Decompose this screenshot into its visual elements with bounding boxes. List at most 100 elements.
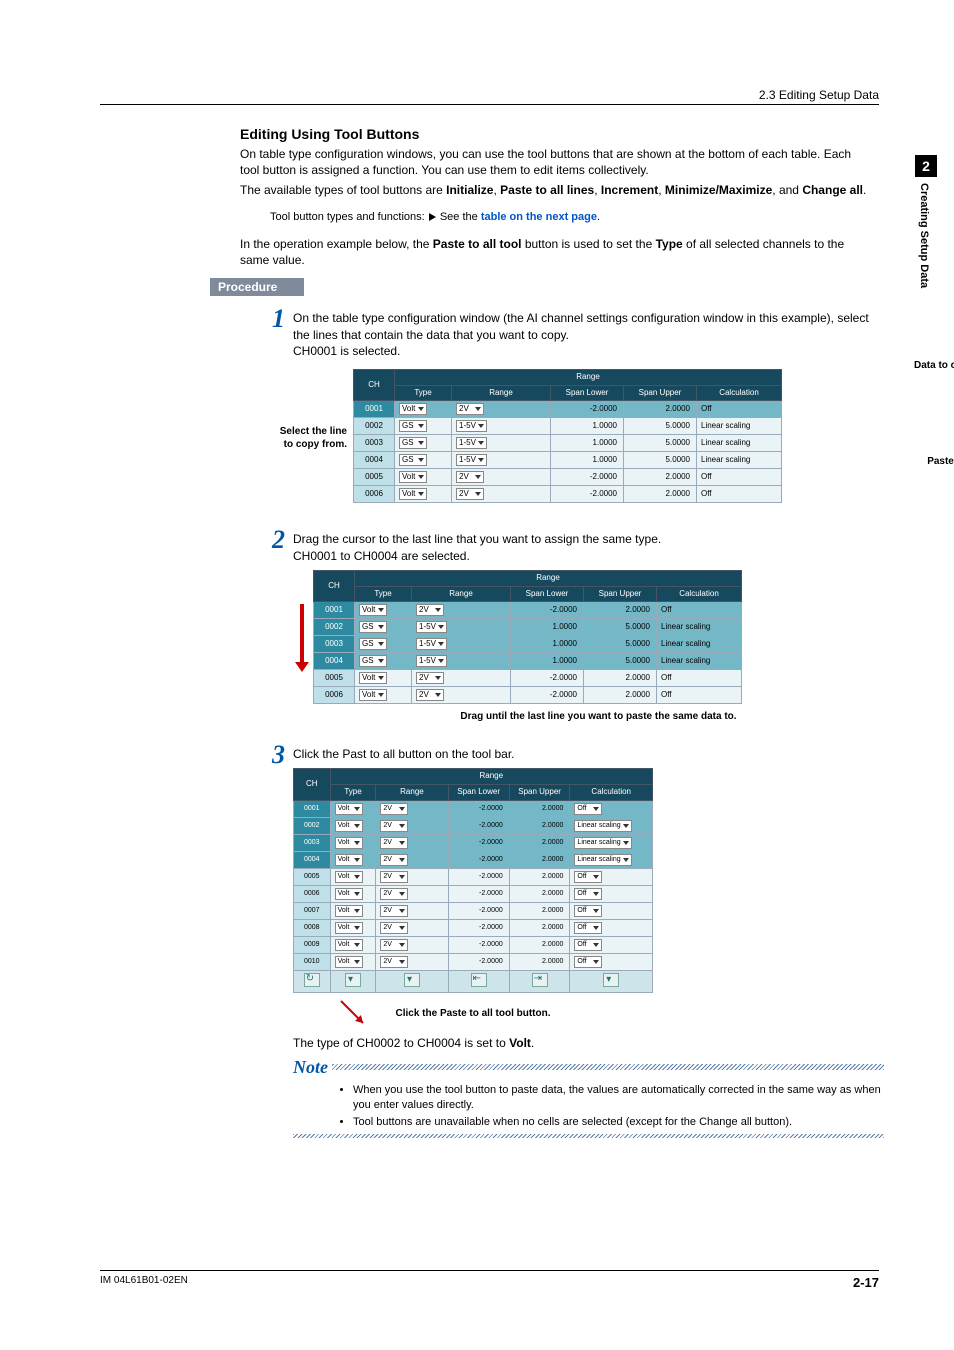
- dropdown-cell[interactable]: Volt: [359, 672, 387, 684]
- result-text: The type of CH0002 to CH0004 is set to V…: [293, 1035, 884, 1051]
- dropdown-cell[interactable]: Volt: [335, 820, 363, 832]
- dropdown-cell[interactable]: 2V: [380, 888, 408, 900]
- dropdown-cell[interactable]: Off: [574, 905, 602, 917]
- dropdown-cell[interactable]: Volt: [335, 956, 363, 968]
- table-row[interactable]: 0006Volt2V-2.00002.0000Off: [354, 486, 782, 503]
- dropdown-cell[interactable]: 1-5V: [456, 454, 487, 466]
- dropdown-cell[interactable]: 2V: [380, 803, 408, 815]
- dropdown-cell[interactable]: GS: [399, 420, 427, 432]
- table-row[interactable]: 0006Volt2V-2.00002.0000Off: [294, 885, 653, 902]
- dropdown-cell[interactable]: Volt: [359, 604, 387, 616]
- table-row[interactable]: 0005Volt2V-2.00002.0000Off: [314, 670, 742, 687]
- procedure-heading: Procedure: [210, 278, 304, 296]
- table-row[interactable]: 0001Volt2V-2.00002.0000Off: [314, 602, 742, 619]
- increment-tool-icon[interactable]: [404, 973, 420, 987]
- table-row[interactable]: 0002GS1-5V1.00005.0000Linear scaling: [354, 418, 782, 435]
- dropdown-cell[interactable]: Volt: [399, 488, 427, 500]
- table-row[interactable]: 0009Volt2V-2.00002.0000Off: [294, 936, 653, 953]
- table-row[interactable]: 0004GS1-5V1.00005.0000Linear scaling: [354, 452, 782, 469]
- dropdown-cell[interactable]: 1-5V: [456, 420, 487, 432]
- dropdown-cell[interactable]: 2V: [380, 854, 408, 866]
- table-row[interactable]: 0001Volt2V-2.00002.0000Off: [294, 800, 653, 817]
- dropdown-cell[interactable]: Volt: [399, 471, 427, 483]
- dropdown-cell[interactable]: 2V: [416, 672, 444, 684]
- dropdown-cell[interactable]: GS: [399, 437, 427, 449]
- dropdown-cell[interactable]: Linear scaling: [574, 820, 631, 832]
- example-intro: In the operation example below, the Past…: [240, 236, 870, 268]
- footer-page-number: 2-17: [853, 1275, 879, 1290]
- dropdown-cell[interactable]: 2V: [416, 604, 444, 616]
- initialize-tool-icon[interactable]: [304, 973, 320, 987]
- change-all-tool-icon[interactable]: [603, 973, 619, 987]
- table-row[interactable]: 0005Volt2V-2.00002.0000Off: [294, 868, 653, 885]
- dropdown-cell[interactable]: 2V: [456, 488, 484, 500]
- dropdown-cell[interactable]: Volt: [335, 803, 363, 815]
- step-number: 1: [255, 306, 293, 509]
- table-row[interactable]: 0001Volt2V-2.00002.0000Off: [354, 401, 782, 418]
- dropdown-cell[interactable]: GS: [359, 621, 387, 633]
- dropdown-cell[interactable]: Volt: [335, 922, 363, 934]
- cross-reference-link[interactable]: table on the next page: [481, 211, 597, 223]
- table-row[interactable]: 0008Volt2V-2.00002.0000Off: [294, 919, 653, 936]
- dropdown-cell[interactable]: Volt: [335, 854, 363, 866]
- dropdown-cell[interactable]: Volt: [359, 689, 387, 701]
- table-row[interactable]: 0003GS1-5V1.00005.0000Linear scaling: [354, 435, 782, 452]
- dropdown-cell[interactable]: 1-5V: [416, 621, 447, 633]
- dropdown-cell[interactable]: 2V: [456, 403, 484, 415]
- arrow-down-icon: [295, 604, 309, 672]
- table-row[interactable]: 0007Volt2V-2.00002.0000Off: [294, 902, 653, 919]
- dropdown-cell[interactable]: 2V: [380, 956, 408, 968]
- channel-table-2: CHRange TypeRangeSpan LowerSpan UpperCal…: [313, 570, 742, 705]
- section-title: Editing Using Tool Buttons: [240, 126, 870, 142]
- step-2: 2 Drag the cursor to the last line that …: [255, 527, 884, 723]
- dropdown-cell[interactable]: Volt: [335, 837, 363, 849]
- dropdown-cell[interactable]: Off: [574, 888, 602, 900]
- arrow-diagonal-icon: [337, 997, 367, 1027]
- step-number: 3: [255, 742, 293, 1138]
- dropdown-cell[interactable]: 2V: [380, 939, 408, 951]
- note-list: When you use the tool button to paste da…: [313, 1083, 884, 1130]
- minimize-tool-icon[interactable]: [471, 973, 487, 987]
- dropdown-cell[interactable]: Volt: [335, 888, 363, 900]
- step-3: 3 Click the Past to all button on the to…: [255, 742, 884, 1138]
- dropdown-cell[interactable]: 1-5V: [416, 655, 447, 667]
- dropdown-cell[interactable]: Off: [574, 871, 602, 883]
- dropdown-cell[interactable]: Volt: [335, 871, 363, 883]
- arrow-right-icon: [429, 213, 436, 221]
- dropdown-cell[interactable]: 2V: [380, 922, 408, 934]
- dropdown-cell[interactable]: Volt: [399, 403, 427, 415]
- dropdown-cell[interactable]: Off: [574, 803, 602, 815]
- table-row[interactable]: 0006Volt2V-2.00002.0000Off: [314, 687, 742, 704]
- table-row[interactable]: 0005Volt2V-2.00002.0000Off: [354, 469, 782, 486]
- dropdown-cell[interactable]: 2V: [416, 689, 444, 701]
- dropdown-cell[interactable]: 1-5V: [456, 437, 487, 449]
- dropdown-cell[interactable]: GS: [359, 638, 387, 650]
- dropdown-cell[interactable]: Off: [574, 956, 602, 968]
- dropdown-cell[interactable]: Linear scaling: [574, 837, 631, 849]
- dropdown-cell[interactable]: GS: [359, 655, 387, 667]
- dropdown-cell[interactable]: Linear scaling: [574, 854, 631, 866]
- table-row[interactable]: 0010Volt2V-2.00002.0000Off: [294, 953, 653, 970]
- table-row[interactable]: 0003GS1-5V1.00005.0000Linear scaling: [314, 636, 742, 653]
- dropdown-cell[interactable]: 2V: [456, 471, 484, 483]
- table-row[interactable]: 0002GS1-5V1.00005.0000Linear scaling: [314, 619, 742, 636]
- dropdown-cell[interactable]: 1-5V: [416, 638, 447, 650]
- table-row[interactable]: 0002Volt2V-2.00002.0000Linear scaling: [294, 817, 653, 834]
- table-row[interactable]: 0004Volt2V-2.00002.0000Linear scaling: [294, 851, 653, 868]
- dropdown-cell[interactable]: 2V: [380, 905, 408, 917]
- dropdown-cell[interactable]: 2V: [380, 820, 408, 832]
- dropdown-cell[interactable]: Off: [574, 922, 602, 934]
- dropdown-cell[interactable]: 2V: [380, 871, 408, 883]
- dropdown-cell[interactable]: 2V: [380, 837, 408, 849]
- dropdown-cell[interactable]: Off: [574, 939, 602, 951]
- dropdown-cell[interactable]: Volt: [335, 939, 363, 951]
- table-row[interactable]: 0003Volt2V-2.00002.0000Linear scaling: [294, 834, 653, 851]
- dropdown-cell[interactable]: GS: [399, 454, 427, 466]
- maximize-tool-icon[interactable]: [532, 973, 548, 987]
- note-heading: Note: [293, 1055, 884, 1079]
- callout-paste-destination: Paste destination: [927, 455, 954, 469]
- table-row[interactable]: 0004GS1-5V1.00005.0000Linear scaling: [314, 653, 742, 670]
- dropdown-cell[interactable]: Volt: [335, 905, 363, 917]
- side-tab: 2 Creating Setup Data: [906, 155, 946, 288]
- paste-to-all-tool-icon[interactable]: [345, 973, 361, 987]
